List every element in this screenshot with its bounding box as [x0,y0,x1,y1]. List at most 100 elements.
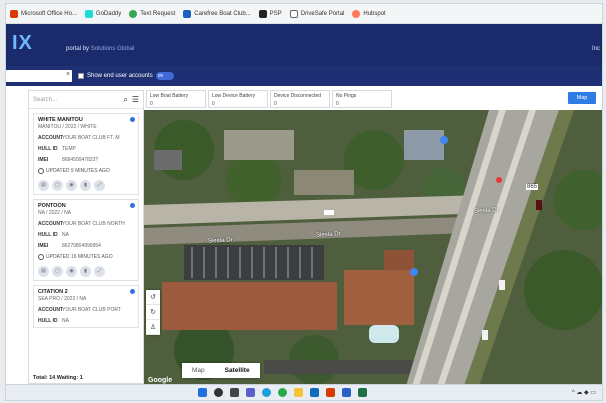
header-account[interactable]: Inc [592,46,600,52]
bookmark-godaddy[interactable]: GoDaddy [84,9,121,18]
vessel-name: PONTOON [38,203,66,209]
account-row: ACCOUNT YOUR BOAT CLUB FT. M [38,135,120,141]
clock-icon [38,254,44,260]
search-bar[interactable]: Search... ⌕ ☰ [29,91,143,109]
stat-low-boat-battery[interactable]: Low Boat Battery 0 [146,90,206,108]
battery-icon[interactable]: ▮ [80,266,91,277]
bookmarks-bar: Microsoft Office Ho... GoDaddy Text Requ… [6,4,602,24]
map-type-switch: Map Satellite [182,363,260,378]
vessel-sub: MANITOU / 2022 / WHITE [38,124,97,130]
map-controls: ↺ ↻ ♙ [146,290,160,335]
stat-low-device-battery[interactable]: Low Device Battery 0 [208,90,268,108]
pegman-icon[interactable]: ♙ [146,320,160,335]
godaddy-icon [84,9,93,18]
hull-row: HULL ID NA [38,318,69,324]
stat-device-disconnected[interactable]: Device Disconnected 0 [270,90,330,108]
outlook-icon[interactable] [310,388,319,397]
vessel-name: CITATION 2 [38,289,68,295]
bookmark-carefree[interactable]: Carefree Boat Club... [183,9,251,18]
lock-icon[interactable]: ▢ [52,180,63,191]
system-tray[interactable]: ^ ☁ ◆ ▭ [572,389,596,396]
bookmark-drivesafe[interactable]: DriveSafe Portal [289,9,344,18]
stat-tiles: Low Boat Battery 0 Low Device Battery 0 De… [146,90,392,108]
map-type-satellite[interactable]: Satellite [215,363,260,378]
satellite-map[interactable]: Siesta Dr Siesta Dr Siesta Dr 865 ↺ ↻ ♙ … [144,110,602,386]
psp-icon [258,9,267,18]
account-row: ACCOUNT YOUR BOAT CLUB NORTH [38,221,125,227]
app-logo[interactable]: IX [12,32,33,55]
link-icon[interactable]: ⤢ [94,180,105,191]
account-select[interactable]: × [6,70,72,82]
bookmark-hubspot[interactable]: Hubspot [352,9,386,18]
imei-row: IMEI 868450047823? [38,157,99,163]
rotate-right-icon[interactable]: ↻ [146,305,160,320]
taskbar-apps [198,388,367,397]
list-totals: Total: 14 Waiting: 1 [33,375,83,381]
store-icon[interactable] [342,388,351,397]
checkbox[interactable] [78,73,84,79]
map-type-map[interactable]: Map [182,363,215,378]
office-icon [10,9,18,18]
details-icon[interactable]: ▤ [38,180,49,191]
portal-label: portal by Solutions Global [66,46,135,52]
status-dot [130,203,135,208]
imei-row: IMEI 86270804999954 [38,243,101,249]
satellite-imagery [144,110,602,386]
search-icon[interactable] [214,388,223,397]
clock-icon [38,168,44,174]
google-logo: Google [148,377,173,384]
windows-start-icon[interactable] [198,388,207,397]
office-icon[interactable] [326,388,335,397]
rotate-left-icon[interactable]: ↺ [146,290,160,305]
chat-icon[interactable] [246,388,255,397]
search-icon[interactable]: ⌕ [123,95,127,105]
bookmark-office[interactable]: Microsoft Office Ho... [10,9,77,18]
vessel-sub: SEA PRO / 2022 / NA [38,296,87,302]
bookmark-psp[interactable]: PSP [258,9,282,18]
show-end-user-accounts[interactable]: Show end user accounts [78,73,153,79]
details-icon[interactable]: ▤ [38,266,49,277]
hull-row: HULL ID NA [38,232,69,238]
stat-no-pings[interactable]: No Pings 0 [332,90,392,108]
browser-frame: Microsoft Office Ho... GoDaddy Text Requ… [6,4,602,400]
edge-icon[interactable] [262,388,271,397]
status-dot [130,117,135,122]
text-request-icon [129,9,138,18]
card-actions: ▤ ▢ ◉ ▮ ⤢ [38,266,134,277]
search-input[interactable]: Search... [33,97,119,103]
main-area: Search... ⌕ ☰ WHITE MANITOU MANITOU / 20… [6,86,602,386]
highway-shield: 865 [526,184,539,190]
vessel-name: WHITE MANITOU [38,117,83,123]
filter-bar: × Show end user accounts on [6,66,602,86]
hubspot-icon [352,9,361,18]
vessel-sub: NA / 2022 / NA [38,210,72,216]
chrome-icon[interactable] [278,388,287,397]
map-view-button[interactable]: Map [568,92,596,104]
menu-icon[interactable]: ☰ [132,95,139,104]
windows-taskbar: ^ ☁ ◆ ▭ [6,384,602,400]
account-row: ACCOUNT YOUR BOAT CLUB PORT [38,307,121,313]
task-view-icon[interactable] [230,388,239,397]
clear-icon[interactable]: × [66,71,70,78]
vessel-list: Search... ⌕ ☰ WHITE MANITOU MANITOU / 20… [28,90,144,384]
updated-time: UPDATED 16 MINUTES AGO [38,254,134,260]
hull-row: HULL ID TEMP [38,146,76,152]
explorer-icon[interactable] [294,388,303,397]
link-icon[interactable]: ⤢ [94,266,105,277]
carefree-icon [183,9,192,18]
vessel-card[interactable]: PONTOON NA / 2022 / NA ACCOUNT YOUR BOAT … [33,199,139,281]
location-icon[interactable]: ◉ [66,266,77,277]
page-icon [289,9,298,18]
end-user-toggle[interactable]: on [155,72,174,80]
status-dot [130,289,135,294]
app-header: IX portal by Solutions Global Inc [6,24,602,66]
updated-time: UPDATED 9 MINUTES AGO [38,168,134,174]
vessel-card[interactable]: WHITE MANITOU MANITOU / 2022 / WHITE ACC… [33,113,139,195]
bookmark-text-request[interactable]: Text Request [129,9,175,18]
lock-icon[interactable]: ▢ [52,266,63,277]
card-actions: ▤ ▢ ◉ ▮ ⤢ [38,180,134,191]
excel-icon[interactable] [358,388,367,397]
location-icon[interactable]: ◉ [66,180,77,191]
vessel-card[interactable]: CITATION 2 SEA PRO / 2022 / NA ACCOUNT YO… [33,285,139,328]
battery-icon[interactable]: ▮ [80,180,91,191]
